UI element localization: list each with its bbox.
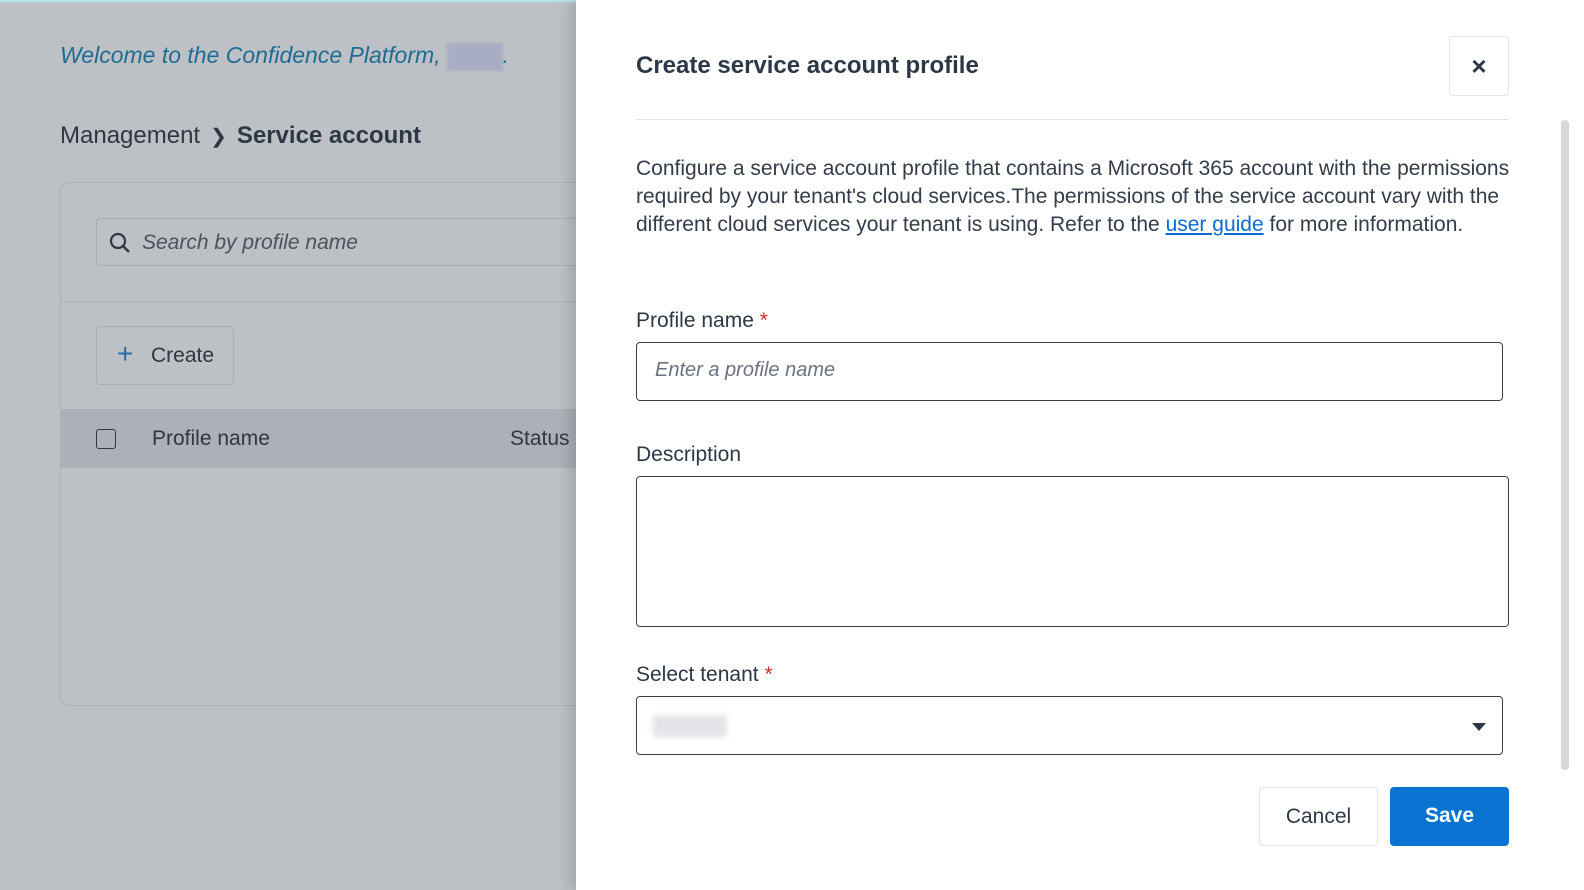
column-profile-name[interactable]: Profile name [152, 427, 270, 451]
label-text: Select tenant [636, 663, 759, 686]
breadcrumb: Management ❯ Service account [60, 122, 421, 150]
divider [636, 119, 1509, 120]
search-icon [109, 232, 130, 253]
label-text: Profile name [636, 309, 754, 332]
required-mark: * [764, 663, 773, 686]
caret-down-icon [1472, 723, 1486, 731]
description-textarea[interactable] [636, 476, 1509, 627]
profile-name-label: Profile name * [636, 309, 768, 333]
welcome-message: Welcome to the Confidence Platform,. [60, 42, 509, 71]
cancel-button[interactable]: Cancel [1259, 787, 1378, 846]
tenant-select[interactable] [636, 696, 1503, 755]
close-button[interactable]: × [1449, 36, 1509, 96]
redacted-tenant-value [653, 715, 727, 737]
create-label: Create [151, 344, 215, 367]
select-all-checkbox[interactable] [96, 429, 116, 449]
close-icon: × [1471, 51, 1487, 81]
scrollbar[interactable] [1561, 120, 1569, 770]
user-guide-link[interactable]: user guide [1166, 213, 1264, 236]
chevron-right-icon: ❯ [210, 126, 227, 148]
table-header: Profile name Status [60, 409, 620, 468]
breadcrumb-management[interactable]: Management [60, 122, 200, 149]
required-mark: * [759, 309, 768, 332]
column-status[interactable]: Status [510, 427, 570, 451]
create-button[interactable]: + Create [96, 326, 234, 385]
breadcrumb-current: Service account [236, 122, 421, 149]
description-text-end: for more information. [1263, 213, 1464, 236]
save-button[interactable]: Save [1390, 787, 1509, 846]
welcome-text: Welcome to the Confidence Platform, [60, 42, 441, 68]
redacted-username [446, 42, 503, 71]
plus-icon: + [117, 338, 134, 369]
welcome-suffix: . [502, 42, 509, 68]
divider [60, 301, 620, 302]
select-tenant-label: Select tenant * [636, 663, 773, 687]
search-placeholder: Search by profile name [142, 231, 358, 254]
create-profile-panel: Create service account profile × Configu… [576, 0, 1584, 890]
search-input[interactable]: Search by profile name [96, 218, 616, 266]
description-label: Description [636, 443, 742, 466]
panel-description: Configure a service account profile that… [636, 155, 1516, 239]
panel-title: Create service account profile [636, 52, 979, 79]
profile-name-placeholder: Enter a profile name [655, 359, 836, 381]
profile-name-input[interactable]: Enter a profile name [636, 342, 1503, 401]
